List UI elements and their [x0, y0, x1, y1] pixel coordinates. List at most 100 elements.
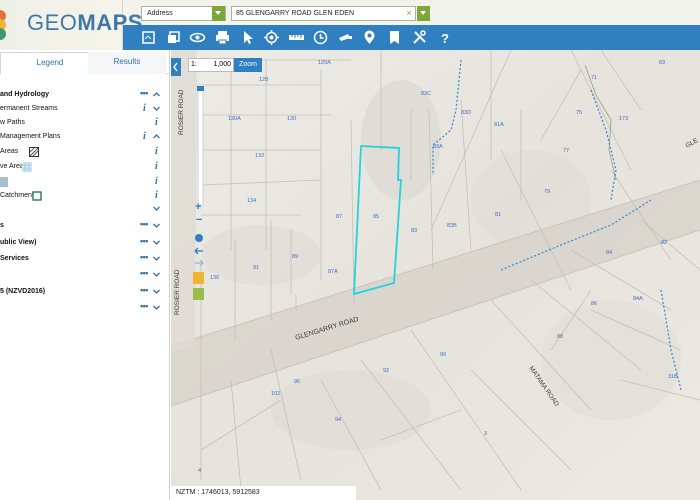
legend-panel: Legend Results and Hydrology ••• ermanen…	[0, 50, 170, 500]
help-icon[interactable]: ?	[436, 29, 453, 46]
more-options-icon[interactable]: •••	[140, 219, 148, 230]
parcel-number: 91	[253, 265, 259, 271]
layer-row: 5 (NZVD2016) •••	[0, 285, 166, 298]
parcel-number: 83B	[447, 223, 457, 229]
address-search-input[interactable]: 85 GLENGARRY ROAD GLEN EDEN	[231, 6, 416, 21]
zoom-slider-handle[interactable]	[197, 86, 204, 91]
info-icon[interactable]: i	[155, 175, 158, 188]
zoom-button[interactable]: Zoom	[234, 58, 262, 72]
info-icon[interactable]: i	[155, 145, 158, 158]
chevron-down-icon[interactable]	[153, 304, 160, 311]
cross-hatch-swatch	[22, 162, 32, 172]
parcel-number: 86	[591, 301, 597, 307]
chevron-down-icon[interactable]	[153, 255, 160, 262]
parcel-number: 87	[336, 214, 342, 220]
map-canvas[interactable]: GLENGARRY ROAD ROSIER ROAD ROSIER ROAD M…	[171, 50, 700, 500]
road-label: ROSIER ROAD	[178, 89, 185, 135]
more-options-icon[interactable]: •••	[140, 236, 148, 247]
pointer-icon[interactable]	[239, 29, 256, 46]
layer-label: w Paths	[0, 119, 25, 126]
parcel-number: 83	[411, 228, 417, 234]
parcel-number: 4	[198, 468, 201, 474]
chevron-down-icon[interactable]	[153, 288, 160, 295]
layer-row: s •••	[0, 219, 166, 232]
zoom-in-icon[interactable]: +	[195, 201, 201, 213]
info-icon[interactable]: i	[143, 102, 146, 115]
map-pin-icon[interactable]	[361, 29, 378, 46]
parcel-number: 89	[292, 254, 298, 260]
search-dropdown-button[interactable]	[417, 6, 430, 21]
chevron-down-icon[interactable]	[153, 239, 160, 246]
parcel-number: 94	[335, 417, 341, 423]
layers-icon[interactable]	[165, 29, 182, 46]
tools-icon[interactable]	[411, 29, 428, 46]
parcel-number: 128	[259, 77, 268, 83]
chevron-down-icon[interactable]	[153, 222, 160, 229]
search-type-dropdown-button[interactable]	[212, 6, 225, 21]
layer-label: Management Plans	[0, 133, 61, 140]
layer-row: ve Area i	[0, 160, 166, 173]
chevron-down-icon[interactable]	[153, 105, 160, 112]
layer-row: w Paths i	[0, 116, 166, 129]
parcel-number: 130A	[228, 116, 241, 122]
history-icon[interactable]	[312, 29, 329, 46]
collapse-panel-button[interactable]	[171, 58, 181, 76]
globe-icon[interactable]	[195, 234, 203, 242]
info-icon[interactable]: i	[143, 130, 146, 143]
parcel-number: 71	[591, 75, 597, 81]
measure-icon[interactable]	[288, 29, 305, 46]
parcel-number: 90	[440, 352, 446, 358]
tab-legend[interactable]: Legend	[0, 52, 100, 74]
scale-input[interactable]: 1: 1,000	[188, 58, 234, 72]
more-options-icon[interactable]: •••	[140, 268, 148, 279]
parcel-number: 173	[619, 116, 628, 122]
info-icon[interactable]: i	[155, 116, 158, 129]
chevron-down-icon[interactable]	[153, 271, 160, 278]
bookmark-icon[interactable]	[386, 29, 403, 46]
parcel-number: 102	[271, 391, 280, 397]
parcel-number: 136	[210, 275, 219, 281]
parcel-number: 82	[661, 240, 667, 246]
info-circle-icon[interactable]	[193, 288, 204, 300]
layer-row	[0, 202, 166, 215]
parcel-number: 69	[659, 60, 665, 66]
panel-tabs: Legend Results	[0, 52, 170, 74]
map-view[interactable]: GLENGARRY ROAD ROSIER ROAD ROSIER ROAD M…	[171, 50, 700, 500]
more-options-icon[interactable]: •••	[140, 88, 148, 99]
layer-row: •••	[0, 268, 166, 281]
app: GEOMAPS Address 85 GLENGARRY ROAD GLEN E…	[0, 0, 700, 500]
locate-icon[interactable]	[263, 29, 280, 46]
chevron-down-icon	[215, 11, 221, 15]
parcel-number: 3	[484, 431, 487, 437]
person-icon[interactable]	[193, 272, 204, 284]
layer-row: Catchments i	[0, 189, 166, 202]
printer-icon[interactable]	[214, 29, 231, 46]
layer-row: and Hydrology •••	[0, 88, 166, 101]
more-options-icon[interactable]: •••	[140, 301, 148, 312]
zoom-slider-track[interactable]	[197, 84, 204, 206]
layer-row: ublic View) •••	[0, 236, 166, 249]
tab-results[interactable]: Results	[88, 52, 166, 74]
print-preview-icon[interactable]	[140, 29, 157, 46]
solid-area-swatch	[0, 177, 8, 187]
catchment-outline-swatch	[32, 191, 42, 201]
parcel-number: 79	[544, 189, 550, 195]
more-options-icon[interactable]: •••	[140, 252, 148, 263]
chevron-up-icon[interactable]	[153, 91, 160, 98]
parcel-number: 84A	[633, 296, 643, 302]
more-options-icon[interactable]: •••	[140, 285, 148, 296]
layer-label: 5 (NZVD2016)	[0, 288, 46, 295]
logo-mark-icon	[0, 10, 6, 40]
parcel-number: 31B	[668, 374, 678, 380]
layer-row: ermanent Streams i	[0, 102, 166, 115]
chevron-down-icon[interactable]	[153, 205, 160, 212]
info-icon[interactable]: i	[155, 160, 158, 173]
zoom-out-icon[interactable]: −	[196, 214, 202, 226]
clear-search-icon[interactable]: ×	[403, 6, 415, 21]
chevron-up-icon[interactable]	[153, 133, 160, 140]
zoom-slider[interactable]	[197, 84, 204, 206]
info-icon[interactable]: i	[155, 189, 158, 202]
streetview-icon[interactable]	[337, 29, 354, 46]
layer-label: Areas	[0, 148, 19, 155]
eye-icon[interactable]	[189, 29, 206, 46]
